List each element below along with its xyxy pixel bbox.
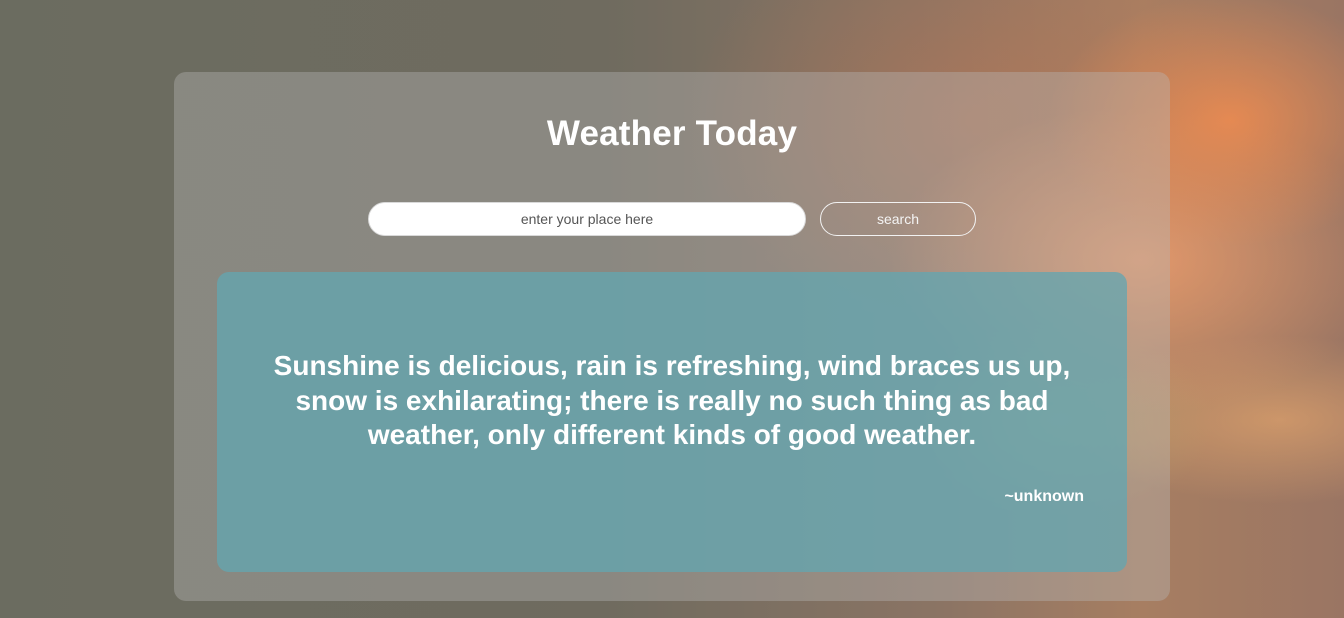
page-title: Weather Today (546, 114, 798, 153)
search-button[interactable]: search (820, 202, 976, 236)
place-search-input[interactable] (368, 202, 806, 236)
quote-text: Sunshine is delicious, rain is refreshin… (273, 350, 1071, 450)
quote-author: ~unknown (1004, 488, 1084, 505)
